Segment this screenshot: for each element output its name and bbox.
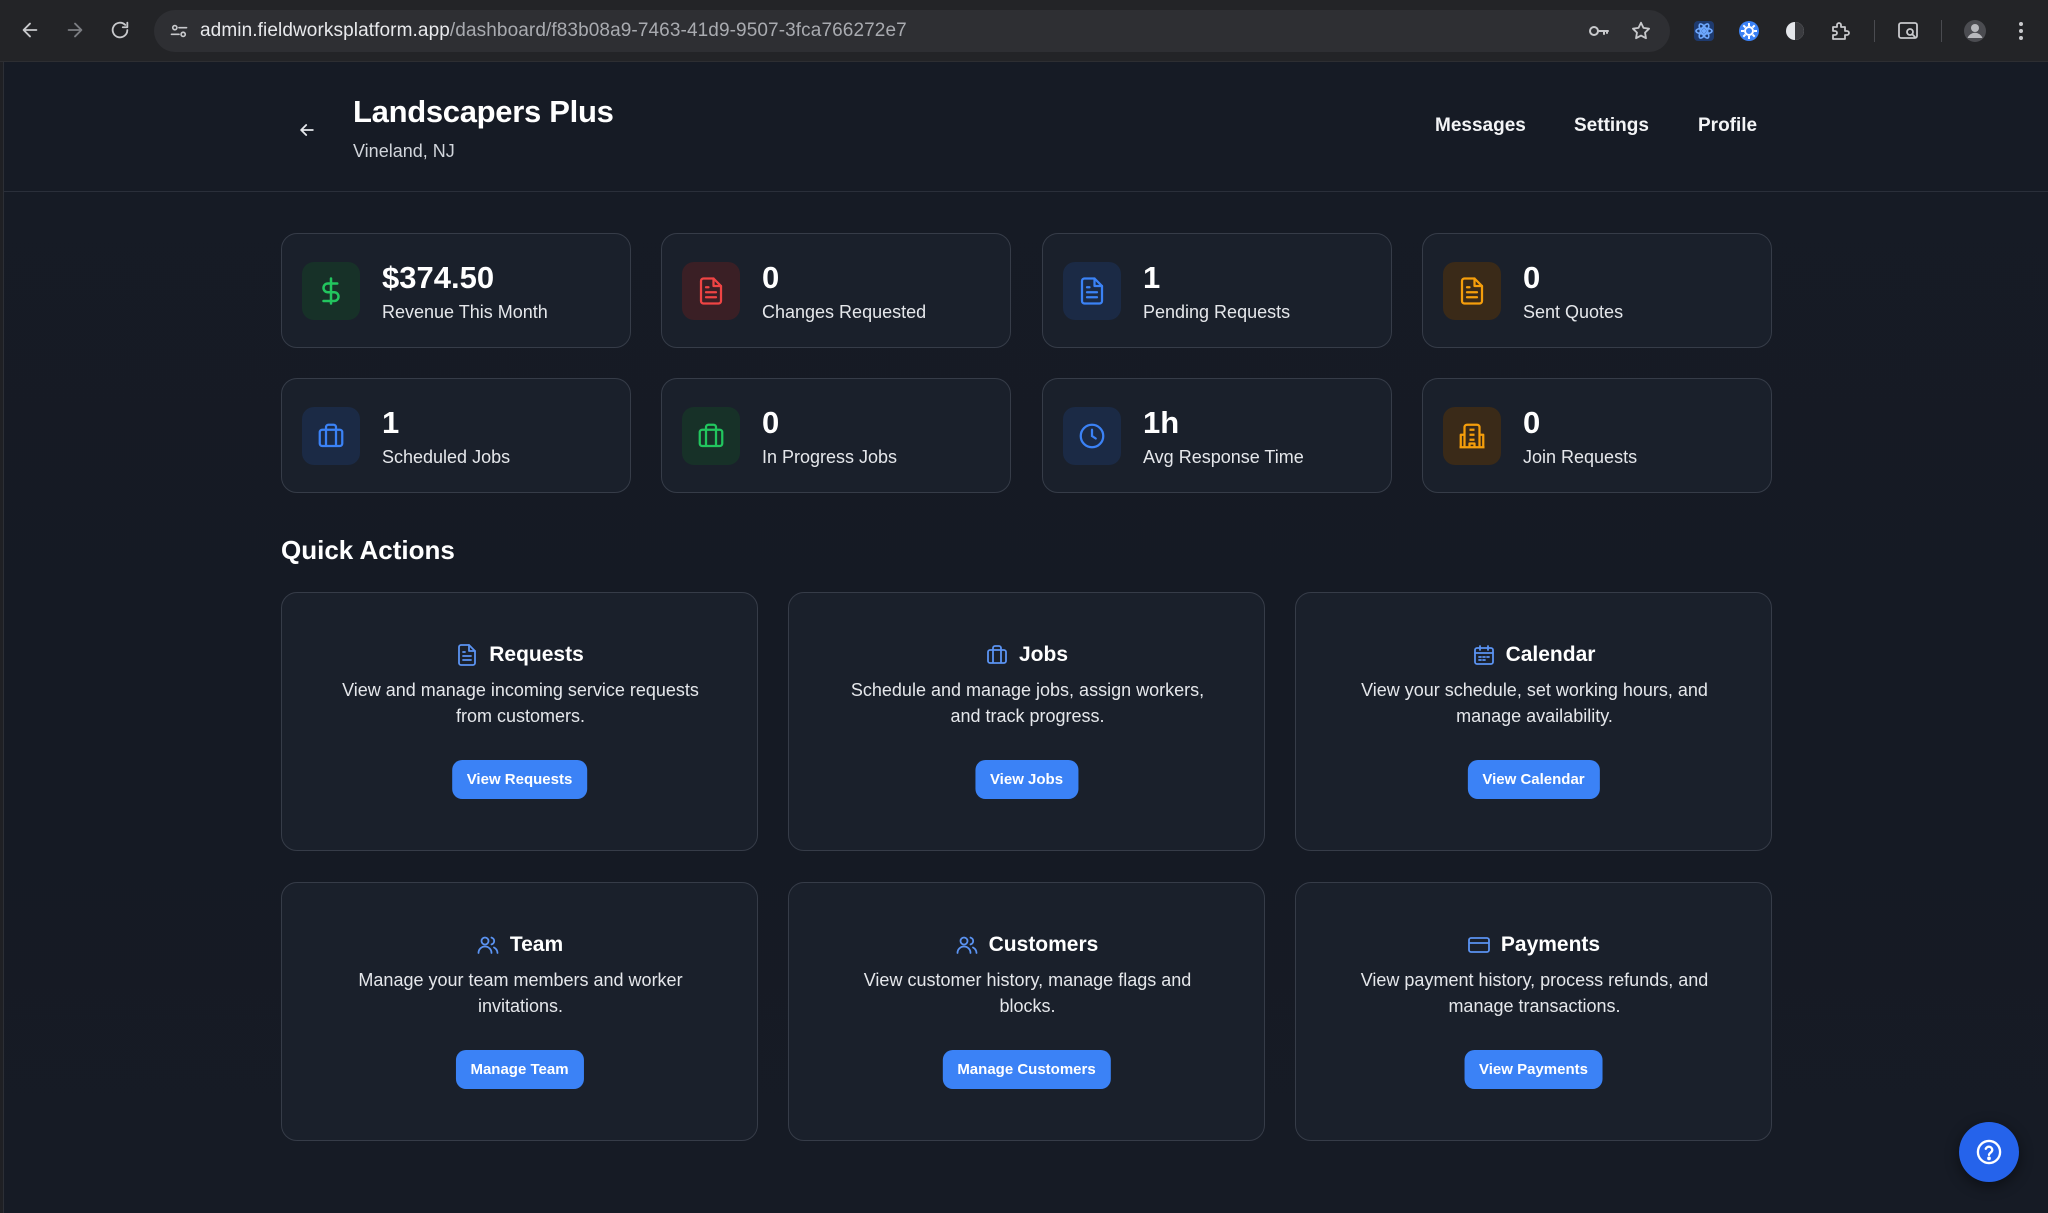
action-card-title: Team [509, 933, 564, 956]
stat-label: Sent Quotes [1523, 302, 1624, 322]
view-payments-button[interactable]: View Payments [1464, 1050, 1603, 1089]
document-icon [682, 262, 740, 320]
manage-team-button[interactable]: Manage Team [455, 1050, 584, 1089]
view-requests-button[interactable]: View Requests [451, 760, 588, 799]
action-card-header: Payments [1296, 933, 1771, 957]
react-devtools-extension-icon[interactable] [1689, 16, 1719, 46]
stat-value: 1 [382, 405, 400, 440]
back-button[interactable] [289, 112, 325, 148]
action-card-title: Customers [988, 933, 1099, 956]
action-card-header: Jobs [789, 643, 1264, 667]
action-card-calendar: Calendar View your schedule, set working… [1295, 592, 1772, 851]
nav-settings-link[interactable]: Settings [1574, 115, 1649, 137]
action-card-header: Calendar [1296, 643, 1771, 667]
stat-card-in-progress-jobs: 0 In Progress Jobs [661, 378, 1011, 493]
dollar-icon [302, 262, 360, 320]
stat-label: Scheduled Jobs [382, 447, 511, 467]
action-card-description: View your schedule, set working hours, a… [1361, 680, 1708, 726]
stat-label: Revenue This Month [382, 302, 548, 322]
extensions-puzzle-icon[interactable] [1826, 16, 1856, 46]
action-card-description: Schedule and manage jobs, assign workers… [850, 680, 1205, 726]
stat-card-pending-requests: 1 Pending Requests [1042, 233, 1392, 348]
clock-icon [1063, 407, 1121, 465]
briefcase-icon [302, 407, 360, 465]
document-icon [1443, 262, 1501, 320]
action-card-description: View customer history, manage flags and … [863, 970, 1192, 1016]
view-calendar-button[interactable]: View Calendar [1467, 760, 1600, 799]
briefcase-icon [682, 407, 740, 465]
credit-card-icon [1467, 937, 1490, 953]
view-jobs-button[interactable]: View Jobs [974, 760, 1079, 799]
stat-label: In Progress Jobs [762, 447, 898, 467]
browser-forward-button[interactable] [57, 12, 93, 48]
stat-value: 1 [1143, 260, 1161, 295]
stat-card-revenue: $374.50 Revenue This Month [281, 233, 631, 348]
action-card-header: Team [282, 933, 757, 957]
stat-value: 0 [1523, 405, 1541, 440]
browser-reload-button[interactable] [102, 12, 138, 48]
toolbar-divider [1874, 20, 1875, 42]
tab-search-icon[interactable] [1893, 16, 1923, 46]
stat-label: Changes Requested [762, 302, 927, 322]
action-card-customers: Customers View customer history, manage … [788, 882, 1265, 1141]
action-card-requests: Requests View and manage incoming servic… [281, 592, 758, 851]
stat-card-changes-requested: 0 Changes Requested [661, 233, 1011, 348]
document-icon [458, 644, 477, 666]
dashboard-page: Landscapers Plus Vineland, NJ Messages S… [3, 62, 2048, 1213]
stat-value: 1h [1143, 405, 1180, 440]
quick-actions-heading: Quick Actions [281, 535, 455, 565]
action-card-description: View payment history, process refunds, a… [1360, 970, 1709, 1016]
help-circle-icon [1976, 1139, 2002, 1165]
bookmark-star-icon[interactable] [1628, 18, 1654, 44]
stat-value: 0 [1523, 260, 1541, 295]
manage-customers-button[interactable]: Manage Customers [942, 1050, 1111, 1089]
users-icon [477, 936, 499, 954]
stat-value: 0 [762, 405, 780, 440]
business-name: Landscapers Plus [353, 94, 614, 129]
document-icon [1063, 262, 1121, 320]
stat-card-sent-quotes: 0 Sent Quotes [1422, 233, 1772, 348]
site-settings-icon[interactable] [164, 16, 194, 46]
action-card-payments: Payments View payment history, process r… [1295, 882, 1772, 1141]
action-card-jobs: Jobs Schedule and manage jobs, assign wo… [788, 592, 1265, 851]
stat-card-avg-response-time: 1h Avg Response Time [1042, 378, 1392, 493]
url-host: admin.fieldworksplatform.app [200, 20, 450, 41]
browser-menu-icon[interactable] [2006, 16, 2036, 46]
action-card-title: Jobs [1018, 643, 1068, 666]
action-card-description: View and manage incoming service request… [342, 680, 699, 726]
action-card-team: Team Manage your team members and worker… [281, 882, 758, 1141]
dark-mode-extension-icon[interactable] [1780, 16, 1810, 46]
url-path: /dashboard/f83b08a9-7463-41d9-9507-3fca7… [449, 20, 907, 41]
stat-label: Avg Response Time [1143, 447, 1304, 467]
blue-gear-extension-icon[interactable] [1734, 16, 1764, 46]
stat-card-scheduled-jobs: 1 Scheduled Jobs [281, 378, 631, 493]
nav-messages-link[interactable]: Messages [1435, 115, 1526, 137]
toolbar-divider [1941, 20, 1942, 42]
briefcase-icon [987, 645, 1007, 664]
nav-profile-link[interactable]: Profile [1698, 115, 1757, 137]
stat-label: Join Requests [1523, 447, 1638, 467]
building-icon [1443, 407, 1501, 465]
action-card-title: Requests [489, 643, 584, 666]
business-location: Vineland, NJ [353, 141, 455, 161]
calendar-icon [1473, 645, 1494, 665]
profile-avatar-icon[interactable] [1960, 16, 1990, 46]
password-key-icon[interactable] [1586, 18, 1612, 44]
stat-value: 0 [762, 260, 780, 295]
users-icon [956, 936, 978, 954]
action-card-title: Calendar [1505, 643, 1596, 666]
stat-value: $374.50 [382, 260, 495, 295]
browser-back-button[interactable] [12, 12, 48, 48]
help-button[interactable] [1959, 1122, 2019, 1182]
address-bar[interactable]: admin.fieldworksplatform.app/dashboard/f… [154, 10, 1670, 52]
stat-card-join-requests: 0 Join Requests [1422, 378, 1772, 493]
action-card-description: Manage your team members and worker invi… [358, 970, 683, 1016]
action-card-header: Requests [282, 643, 757, 667]
action-card-header: Customers [789, 933, 1264, 957]
action-card-title: Payments [1500, 933, 1601, 956]
url-text[interactable]: admin.fieldworksplatform.app/dashboard/f… [200, 20, 907, 42]
browser-toolbar: admin.fieldworksplatform.app/dashboard/f… [0, 0, 2048, 62]
page-header: Landscapers Plus Vineland, NJ Messages S… [4, 62, 2048, 192]
stat-label: Pending Requests [1143, 302, 1291, 322]
